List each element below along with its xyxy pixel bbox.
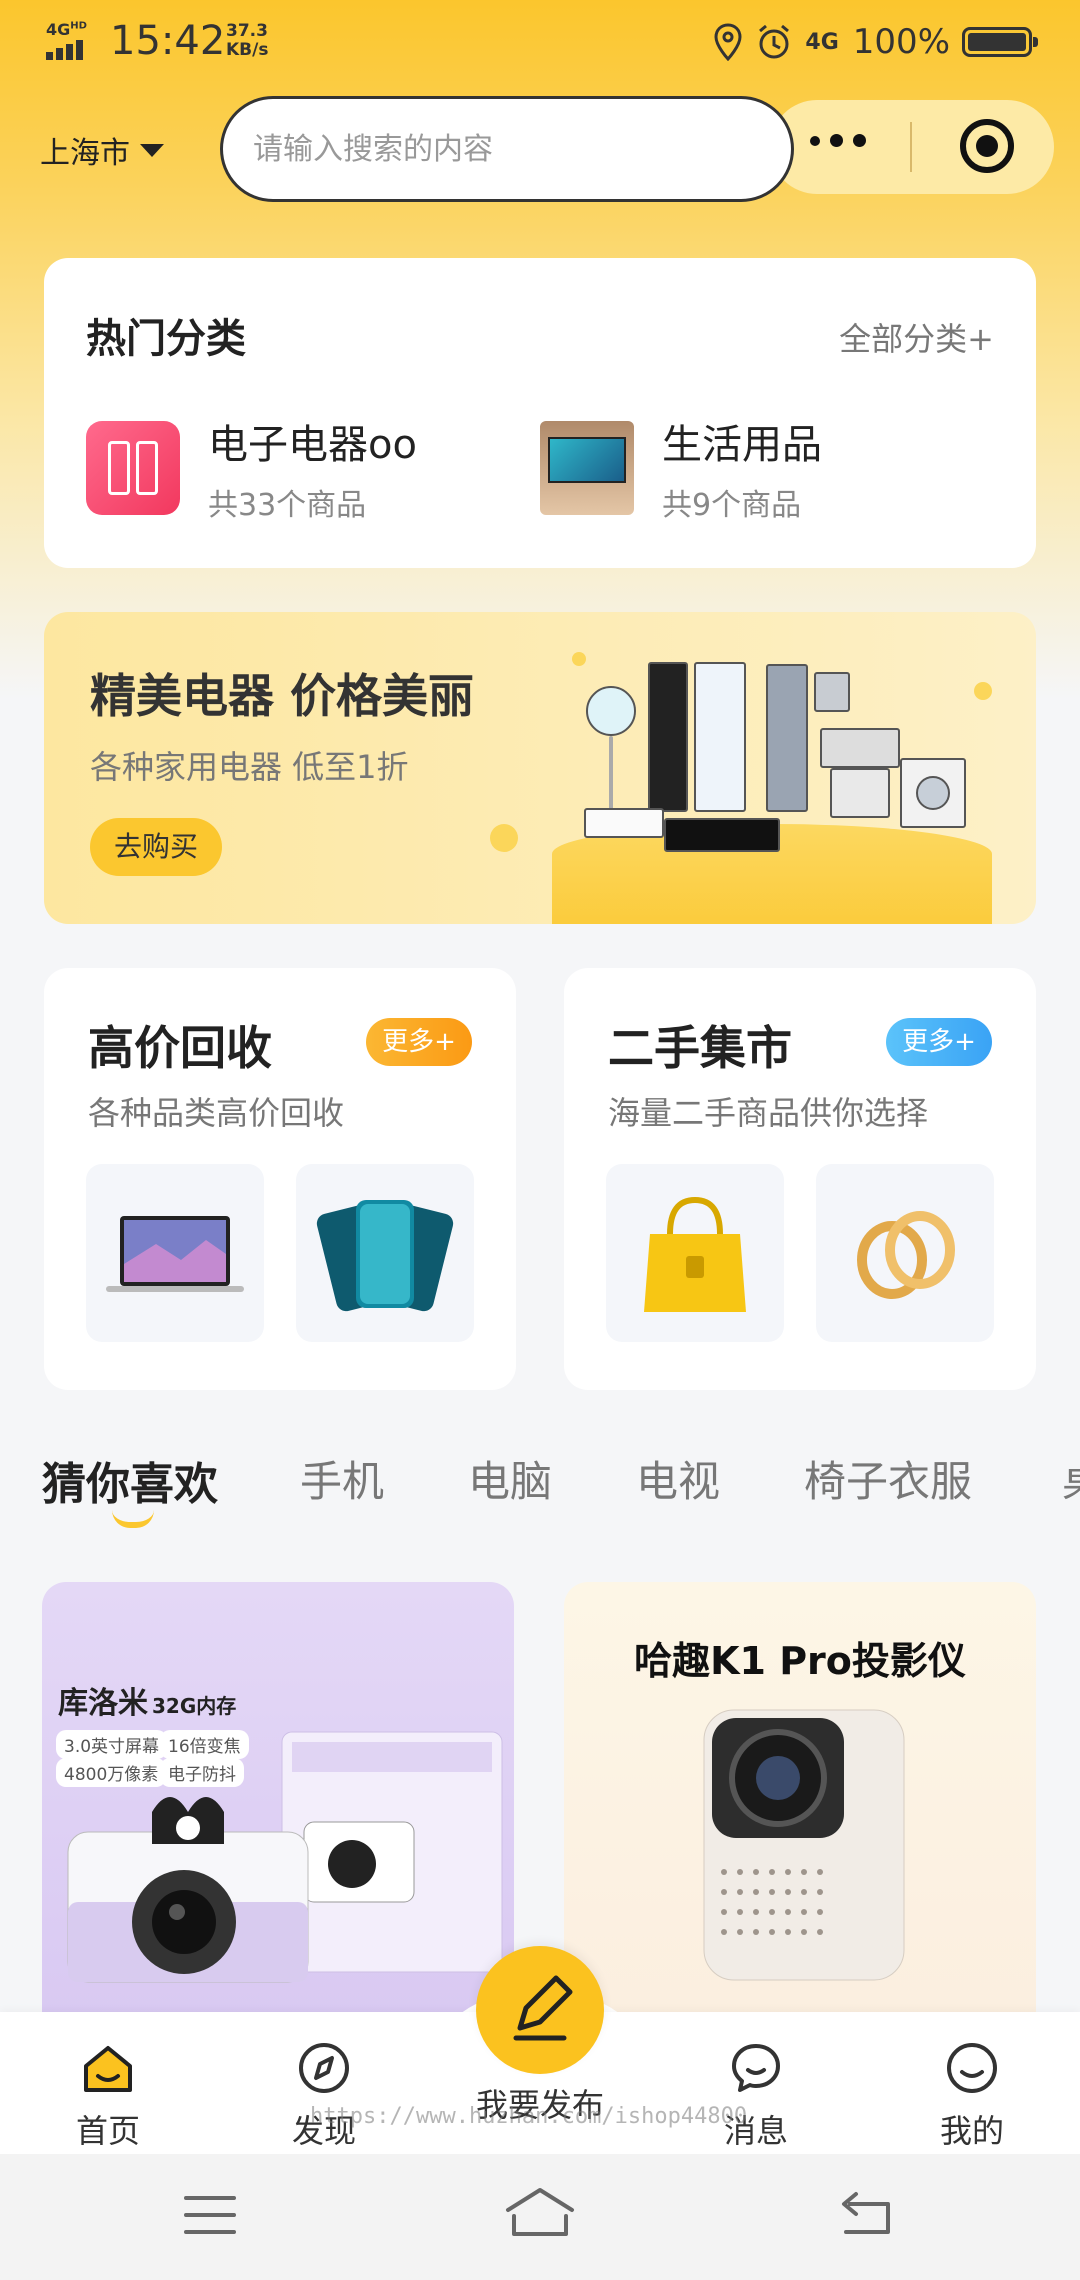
tab-tv[interactable]: 电视 [636,1448,720,1509]
category-tabs: 猜你喜欢 手机 电脑 电视 椅子衣服 桌 [0,1448,1080,1538]
back-icon[interactable] [838,2188,894,2240]
product-card[interactable]: 哈趣K1 Pro投影仪 [564,1582,1036,2052]
miniapp-capsule [770,100,1054,194]
category-name: 电子电器oo [208,422,417,468]
category-item-daily-goods[interactable]: 生活用品 共9个商品 [540,420,822,523]
search-bar[interactable] [220,96,794,202]
hot-categories-card: 热门分类 全部分类+ 电子电器oo 共33个商品 生活用品 共9个商品 [44,258,1036,568]
city-selector[interactable]: 上海市 [40,128,164,172]
battery-icon [962,27,1038,57]
promo-banner[interactable]: 精美电器 价格美丽 各种家用电器 低至1折 去购买 [44,612,1036,924]
chat-icon [732,2044,780,2092]
category-item-electronics[interactable]: 电子电器oo 共33个商品 [86,420,417,523]
buy-button[interactable]: 去购买 [90,818,223,876]
status-bar: 4GHD 15:42 37.3 KB/s 4G 100% [0,0,1080,84]
more-icon[interactable] [810,134,876,147]
menu-icon[interactable] [182,2192,238,2238]
close-miniapp-icon[interactable] [960,119,1014,173]
city-label: 上海市 [40,136,130,171]
pencil-icon [513,1975,573,2041]
phone-thumbnail[interactable] [296,1164,474,1342]
compass-icon [299,2043,349,2093]
nav-home[interactable]: 首页 [28,2040,188,2152]
smiley-icon [947,2043,997,2093]
tab-guess-you-like[interactable]: 猜你喜欢 [42,1448,218,1512]
banner-subtitle: 各种家用电器 低至1折 [90,748,409,786]
category-name: 生活用品 [662,422,822,468]
promo-subtitle: 各种品类高价回收 [88,1094,345,1132]
home-icon [84,2046,132,2092]
nav-discover[interactable]: 发现 [244,2040,404,2152]
signal-icon: 4GHD [46,20,100,60]
recycle-card[interactable]: 高价回收 各种品类高价回收 更多+ [44,968,516,1390]
ring-thumbnail[interactable] [816,1164,994,1342]
tab-phone[interactable]: 手机 [300,1448,384,1509]
promo-subtitle: 海量二手商品供你选择 [608,1094,929,1132]
category-count: 共33个商品 [208,488,367,523]
product-card[interactable]: 库洛米 32G内存 3.0英寸屏幕 16倍变焦 4800万像素 电子防抖 [42,1582,514,2052]
refrigerator-icon [86,421,180,515]
category-thumbnail [540,421,634,515]
more-button[interactable]: 更多+ [886,1018,992,1066]
home-button-icon[interactable] [504,2184,576,2240]
handbag-icon [644,1196,746,1312]
alarm-icon [759,24,790,59]
tab-table[interactable]: 桌 [1062,1448,1080,1509]
tab-computer[interactable]: 电脑 [468,1448,552,1509]
phone-icon [316,1200,454,1312]
caret-down-icon [140,143,164,157]
nav-profile[interactable]: 我的 [892,2040,1052,2152]
all-categories-link[interactable]: 全部分类+ [839,314,994,360]
laptop-icon [106,1216,244,1292]
promo-title: 二手集市 [608,1021,792,1075]
category-count: 共9个商品 [662,488,802,523]
search-input[interactable] [253,131,773,167]
publish-button[interactable] [476,1946,604,2074]
tab-chairs-clothes[interactable]: 椅子衣服 [804,1448,972,1509]
more-button[interactable]: 更多+ [366,1018,472,1066]
section-title: 热门分类 [86,316,246,362]
banner-title: 精美电器 价格美丽 [90,669,475,723]
ring-icon [857,1211,955,1299]
laptop-thumbnail[interactable] [86,1164,264,1342]
projector-product-image [703,1709,905,1981]
handbag-thumbnail[interactable] [606,1164,784,1342]
secondhand-market-card[interactable]: 二手集市 海量二手商品供你选择 更多+ [564,968,1036,1390]
watermark: https://www.huzhan.com/ishop44800 [310,2104,748,2129]
location-icon [714,23,742,61]
network-speed: 37.3 KB/s [226,21,269,60]
clock: 15:42 [110,18,226,64]
promo-title: 高价回收 [88,1021,272,1075]
nav-messages[interactable]: 消息 [676,2040,836,2152]
system-nav-bar [0,2154,1080,2280]
active-tab-indicator [112,1510,154,1528]
network-4g-icon: 4G [805,29,839,55]
camera-product-image [67,1731,503,1983]
battery-percent: 100% [852,22,950,62]
